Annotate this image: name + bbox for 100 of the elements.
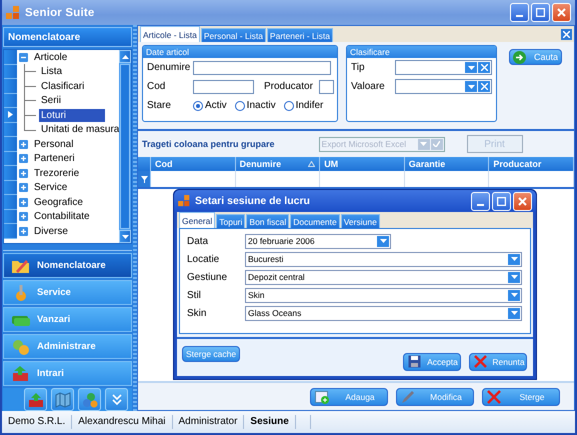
dropdown-button[interactable] xyxy=(465,62,477,73)
group-hint: Trageti coloana pentru grupare xyxy=(142,139,275,149)
row-indicator xyxy=(4,195,17,210)
cross-icon xyxy=(480,83,488,90)
radio-option[interactable]: Inactiv xyxy=(234,100,276,111)
tree-line-icon xyxy=(24,78,36,94)
caret-icon xyxy=(510,275,518,279)
tree-item[interactable]: Articole xyxy=(32,50,70,64)
tree-item[interactable]: Unitati de masura xyxy=(39,123,122,136)
dialog-title: Setari sesiune de lucru xyxy=(195,195,310,207)
column-header[interactable]: Denumire xyxy=(236,157,320,171)
cross-icon xyxy=(480,64,488,71)
shortcut-button[interactable] xyxy=(24,388,47,411)
tree-item[interactable]: Loturi xyxy=(39,108,105,122)
minimize-icon xyxy=(477,204,484,206)
row-indicator xyxy=(4,64,17,79)
clear-button[interactable] xyxy=(478,81,490,92)
input-field[interactable] xyxy=(318,80,334,94)
tree-item[interactable]: Contabilitate xyxy=(32,210,92,224)
tree-item[interactable]: Clasificari xyxy=(39,80,86,93)
close-tab-button[interactable] xyxy=(561,28,572,40)
minimize-button[interactable] xyxy=(510,3,529,22)
row-indicator xyxy=(4,210,17,224)
pen-icon xyxy=(401,390,415,404)
cross-icon xyxy=(487,390,501,404)
tab[interactable]: Parteneri - Lista xyxy=(266,28,333,42)
maximize-button[interactable] xyxy=(531,3,550,22)
minimize-icon xyxy=(516,15,523,17)
tree-item[interactable]: Trezorerie xyxy=(32,166,82,180)
field-label: Producator xyxy=(264,81,313,92)
group-title: Date articol xyxy=(143,46,337,58)
date-picker[interactable]: 20 februarie 2006 xyxy=(245,234,391,248)
column-header[interactable]: Producator xyxy=(489,157,574,171)
combo-box[interactable]: Skin xyxy=(245,288,522,302)
dropdown-button[interactable] xyxy=(465,81,477,92)
row-indicator xyxy=(4,180,17,195)
minimize-button[interactable] xyxy=(471,192,490,210)
column-header[interactable]: Cod xyxy=(151,157,236,171)
cross-icon xyxy=(474,355,487,368)
field-label: Stil xyxy=(187,290,202,300)
more-button[interactable] xyxy=(105,388,128,411)
tree-item[interactable]: Geografice xyxy=(32,196,85,209)
field-label: Valoare xyxy=(351,81,386,92)
radio-option[interactable]: Indifer xyxy=(284,100,324,111)
combo-box[interactable]: Depozit central xyxy=(245,270,522,284)
filter-button[interactable] xyxy=(138,171,151,187)
shortcut-button[interactable] xyxy=(78,388,101,411)
caret-icon xyxy=(510,311,518,315)
input-field[interactable] xyxy=(193,80,254,94)
tree-item[interactable]: Parteneri xyxy=(32,152,77,166)
tab[interactable]: Bon fiscal xyxy=(246,214,290,228)
status-item: Alexandrescu Mihai xyxy=(72,415,173,429)
chevrons-down-icon xyxy=(112,394,122,406)
row-indicator xyxy=(4,94,17,108)
add-document-icon xyxy=(315,390,329,404)
input-field[interactable] xyxy=(193,60,331,74)
close-icon xyxy=(518,196,527,206)
nav-button[interactable]: Nomenclatoare xyxy=(3,253,132,278)
tree-item[interactable]: Service xyxy=(32,181,70,194)
combo-box[interactable]: Bucuresti xyxy=(245,252,522,266)
combo-box[interactable] xyxy=(395,60,492,75)
tab[interactable]: General xyxy=(179,212,216,228)
radio-option[interactable]: Activ xyxy=(193,100,227,111)
window-title: Senior Suite xyxy=(25,6,94,18)
close-button[interactable] xyxy=(513,192,532,210)
shortcut-button[interactable] xyxy=(51,388,74,411)
row-indicator xyxy=(4,50,17,64)
close-button[interactable] xyxy=(552,3,571,22)
caret-icon xyxy=(468,84,474,88)
scroll-up-icon[interactable] xyxy=(122,54,128,58)
combo-box[interactable]: Glass Oceans xyxy=(245,306,522,320)
row-indicator xyxy=(4,122,17,137)
tab[interactable]: Topuri xyxy=(216,214,246,228)
caret-icon xyxy=(468,66,474,70)
tree-item[interactable]: Serii xyxy=(39,94,64,108)
field-label: Tip xyxy=(351,62,366,73)
maximize-icon xyxy=(497,196,506,206)
panel-header: Nomenclatoare xyxy=(3,27,132,47)
column-header[interactable]: UM xyxy=(320,157,405,171)
tab[interactable]: Articole - Lista xyxy=(140,26,200,42)
row-indicator xyxy=(4,152,17,166)
tree-item[interactable]: Diverse xyxy=(32,224,70,238)
arrow-icon xyxy=(513,50,526,64)
tree-item[interactable]: Lista xyxy=(39,65,64,78)
field-label: Gestiune xyxy=(187,272,228,282)
combo-box[interactable] xyxy=(395,79,492,94)
tab[interactable]: Documente xyxy=(290,214,340,228)
tab[interactable]: Versiune xyxy=(340,214,380,228)
clear-button[interactable] xyxy=(478,62,490,73)
maximize-button[interactable] xyxy=(492,192,511,210)
scroll-down-icon[interactable] xyxy=(122,234,128,238)
row-indicator xyxy=(4,224,17,238)
status-item: Sesiune xyxy=(244,415,296,429)
field-label: Denumire xyxy=(147,62,192,73)
tab[interactable]: Personal - Lista xyxy=(200,28,266,42)
field-label: Locatie xyxy=(187,254,220,264)
column-header[interactable]: Garantie xyxy=(404,157,490,171)
tree-line-icon xyxy=(24,64,36,80)
scrollbar[interactable] xyxy=(119,50,131,243)
tree-item[interactable]: Personal xyxy=(32,138,76,151)
